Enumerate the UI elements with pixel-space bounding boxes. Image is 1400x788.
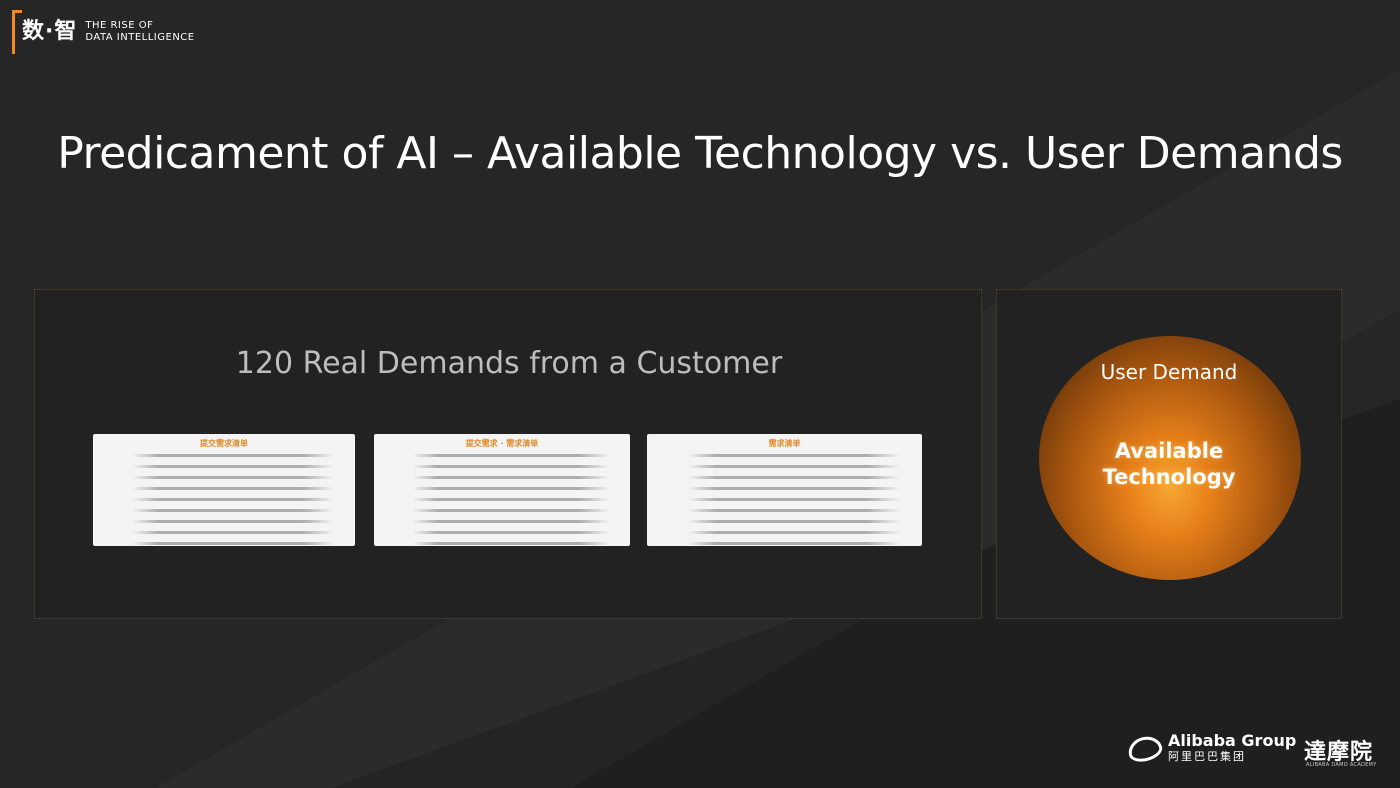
- alibaba-english: Alibaba Group: [1168, 731, 1297, 750]
- damo-academy-subtitle: ALIBABA DAMO ACADEMY: [1306, 762, 1377, 768]
- slide-title: Predicament of AI – Available Technology…: [57, 128, 1343, 179]
- logo-bracket-icon: [12, 10, 22, 54]
- logo-english-line1: THE RISE OF: [85, 20, 154, 31]
- document-header: 提交需求 · 需求清单: [465, 439, 539, 448]
- available-technology-label: Available Technology: [997, 438, 1341, 490]
- logo-chinese-text: 数·智: [22, 19, 78, 44]
- alibaba-group-logo: Alibaba Group 阿里巴巴集团: [1125, 733, 1296, 765]
- logo-english-line2: DATA INTELLIGENCE: [85, 32, 195, 43]
- available-technology-line2: Technology: [1102, 465, 1236, 489]
- alibaba-text: Alibaba Group 阿里巴巴集团: [1168, 733, 1296, 765]
- demand-document-1: 提交需求清单: [93, 434, 355, 546]
- document-header: 提交需求清单: [200, 439, 248, 448]
- event-logo: 数·智 THE RISE OF DATA INTELLIGENCE: [12, 10, 195, 54]
- document-text-lines: [647, 450, 922, 546]
- document-header: 需求清单: [768, 439, 801, 448]
- alibaba-icon: [1125, 733, 1165, 765]
- demand-document-2: 提交需求 · 需求清单: [374, 434, 630, 546]
- document-text-lines: [93, 450, 355, 546]
- demands-heading: 120 Real Demands from a Customer: [235, 346, 783, 381]
- logo-english-text: THE RISE OF DATA INTELLIGENCE: [85, 20, 194, 44]
- document-text-lines: [374, 450, 630, 546]
- user-demand-label: User Demand: [1100, 360, 1238, 384]
- alibaba-chinese: 阿里巴巴集团: [1168, 750, 1246, 763]
- available-technology-line1: Available: [1114, 439, 1224, 463]
- demand-document-3: 需求清单: [647, 434, 922, 546]
- demand-technology-panel: User Demand Available Technology: [996, 289, 1342, 619]
- demands-panel: 120 Real Demands from a Customer 提交需求清单 …: [34, 289, 982, 619]
